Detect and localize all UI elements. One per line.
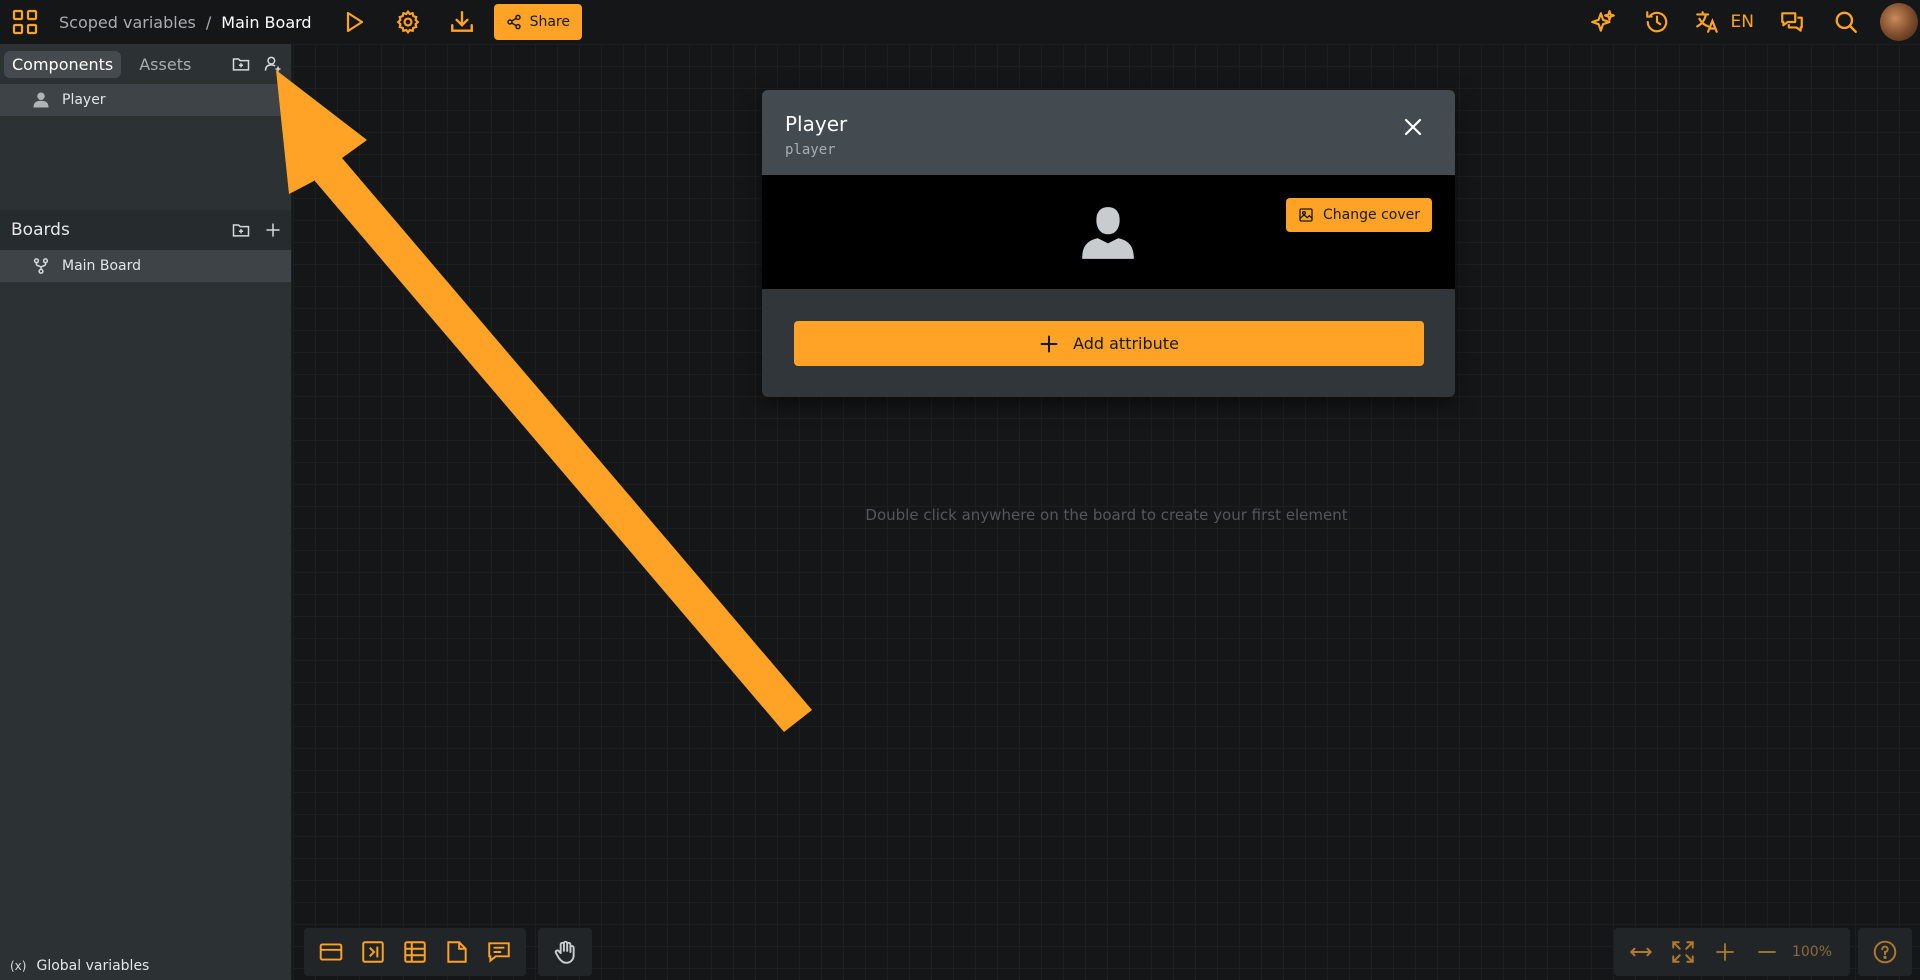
language-selector[interactable]: EN <box>1731 12 1754 32</box>
hand-pan-icon[interactable] <box>544 928 586 976</box>
play-icon[interactable] <box>334 2 374 42</box>
tab-components[interactable]: Components <box>4 50 122 78</box>
close-icon[interactable] <box>1401 115 1425 139</box>
note-element-icon[interactable] <box>436 928 478 976</box>
fit-screen-icon[interactable] <box>1662 928 1704 976</box>
board-item-main[interactable]: Main Board <box>0 250 291 282</box>
element-toolbar <box>304 928 592 976</box>
search-icon[interactable] <box>1826 2 1866 42</box>
breadcrumb-project[interactable]: Scoped variables <box>59 13 196 32</box>
add-board-icon[interactable] <box>261 218 285 242</box>
add-component-icon[interactable] <box>261 52 285 76</box>
zoom-group: 100% <box>1613 928 1850 976</box>
comments-icon[interactable] <box>1772 2 1812 42</box>
board-item-label: Main Board <box>62 258 142 274</box>
breadcrumb-board: Main Board <box>221 12 312 32</box>
boards-list: Main Board <box>0 250 291 282</box>
share-icon <box>506 14 521 30</box>
boards-header: Boards <box>0 210 291 250</box>
share-button[interactable]: Share <box>493 4 582 40</box>
cover-area: Change cover <box>762 175 1455 289</box>
ai-sparkle-icon[interactable] <box>1583 2 1623 42</box>
download-icon[interactable] <box>442 2 482 42</box>
pan-group <box>538 928 592 976</box>
view-toolbar: 100% <box>1613 928 1912 976</box>
change-cover-label: Change cover <box>1323 207 1420 223</box>
add-attribute-label: Add attribute <box>1073 334 1179 353</box>
component-dialog: Player player Change cover Add attribute <box>762 90 1455 397</box>
global-variables-label: Global variables <box>36 958 150 974</box>
empty-board-hint: Double click anywhere on the board to cr… <box>865 506 1348 524</box>
component-item-player[interactable]: Player <box>0 84 291 116</box>
sidebar-tabs: Components Assets <box>0 44 291 84</box>
breadcrumb-separator: / <box>205 12 212 32</box>
settings-gear-icon[interactable] <box>388 2 428 42</box>
plus-icon <box>1040 335 1058 352</box>
table-element-icon[interactable] <box>394 928 436 976</box>
component-item-label: Player <box>62 92 106 108</box>
apps-grid-icon[interactable] <box>5 2 45 42</box>
top-bar: Scoped variables / Main Board Share EN <box>0 0 1920 44</box>
image-icon <box>1299 208 1313 222</box>
card-element-icon[interactable] <box>310 928 352 976</box>
fit-width-icon[interactable] <box>1620 928 1662 976</box>
help-icon[interactable] <box>1864 928 1906 976</box>
board-flow-icon <box>33 258 49 274</box>
comment-element-icon[interactable] <box>478 928 520 976</box>
dialog-technical-name: player <box>785 142 836 158</box>
zoom-in-icon[interactable] <box>1704 928 1746 976</box>
jump-element-icon[interactable] <box>352 928 394 976</box>
user-placeholder-icon <box>1082 207 1134 259</box>
translate-icon[interactable] <box>1687 2 1727 42</box>
user-icon <box>33 92 49 108</box>
create-element-group <box>304 928 526 976</box>
new-folder-icon[interactable] <box>229 52 253 76</box>
user-avatar[interactable] <box>1880 3 1918 41</box>
history-icon[interactable] <box>1637 2 1677 42</box>
breadcrumb: Scoped variables / Main Board <box>59 13 312 32</box>
add-attribute-button[interactable]: Add attribute <box>794 321 1424 366</box>
zoom-level[interactable]: 100% <box>1788 928 1844 976</box>
change-cover-button[interactable]: Change cover <box>1286 198 1432 232</box>
help-group <box>1858 928 1912 976</box>
boards-title: Boards <box>11 220 70 240</box>
share-label: Share <box>529 14 570 30</box>
new-board-folder-icon[interactable] <box>229 218 253 242</box>
dialog-header: Player player <box>762 90 1455 175</box>
sidebar: Components Assets Player Boards Main Boa… <box>0 44 292 980</box>
variable-icon: (x) <box>10 959 27 973</box>
global-variables-link[interactable]: (x) Global variables <box>0 952 292 980</box>
dialog-title: Player <box>785 112 848 136</box>
tab-assets[interactable]: Assets <box>131 51 199 78</box>
zoom-out-icon[interactable] <box>1746 928 1788 976</box>
